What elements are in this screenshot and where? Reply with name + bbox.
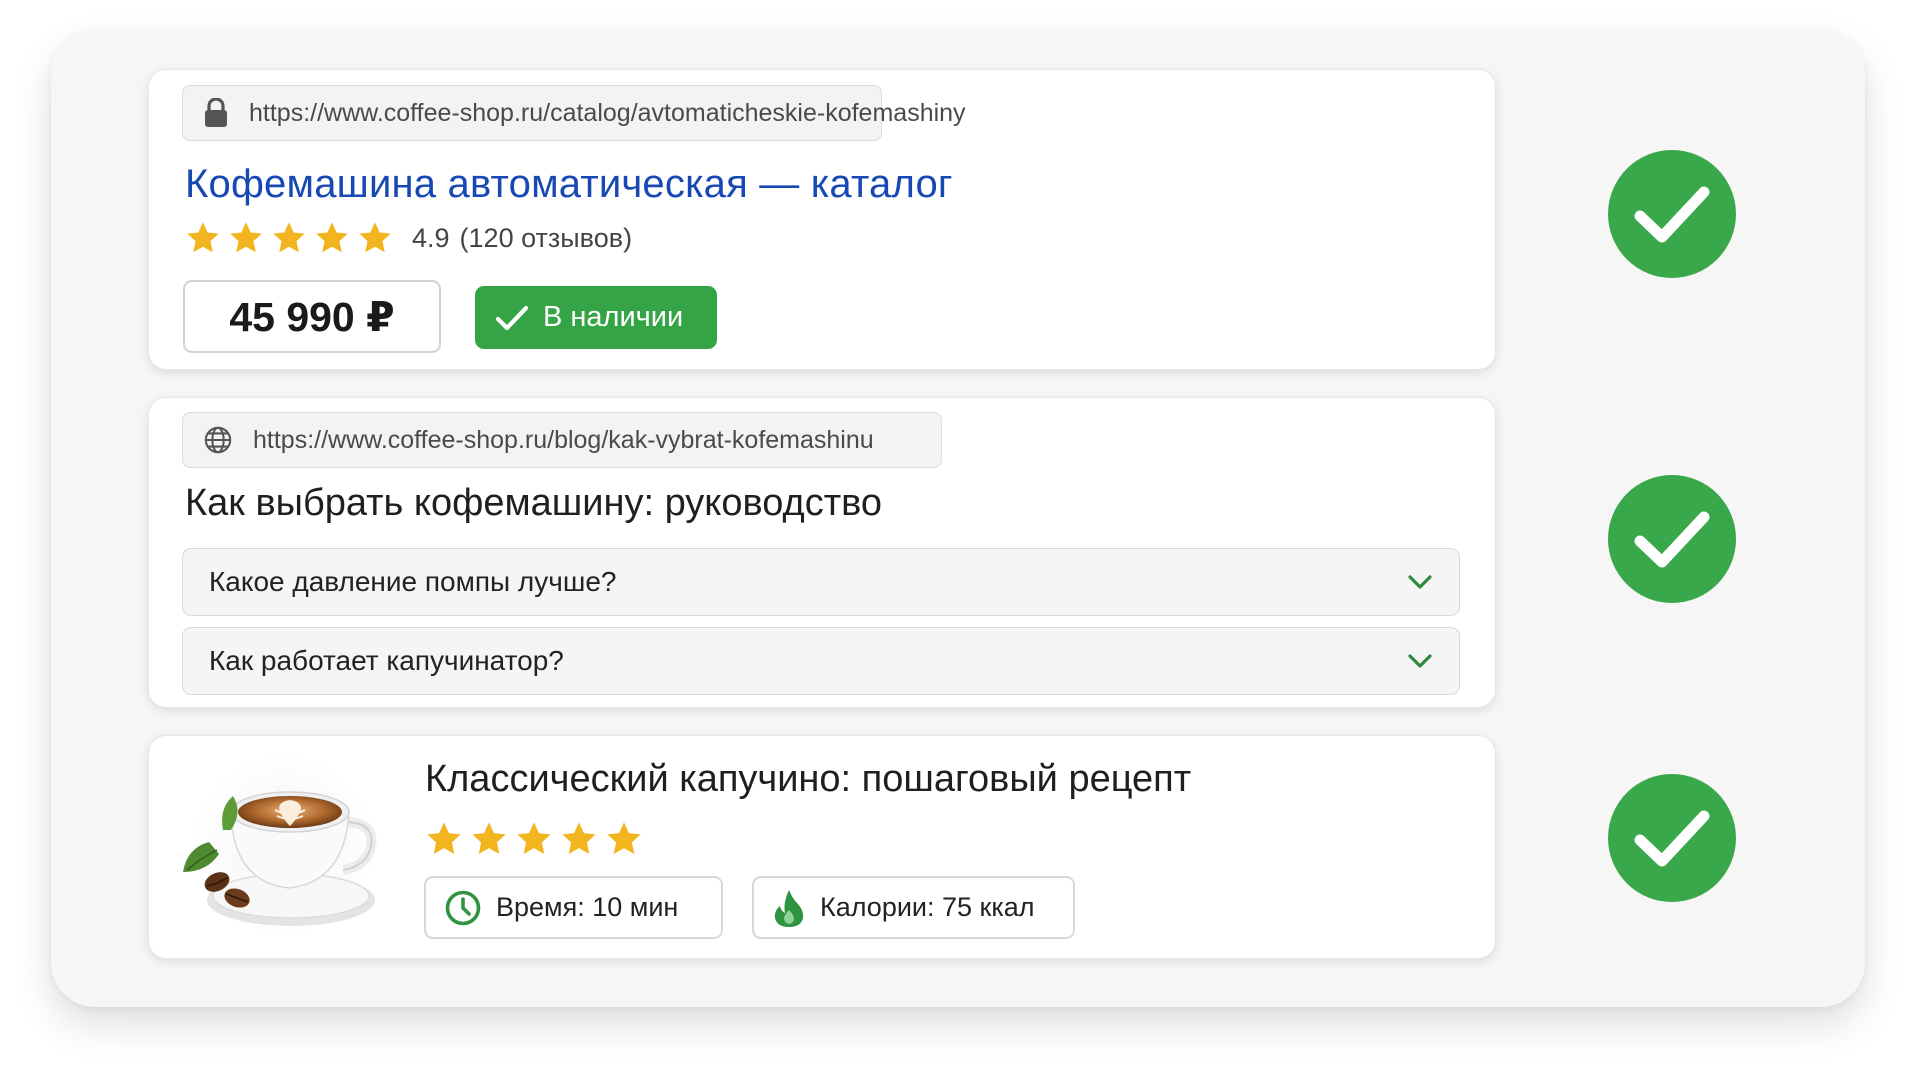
star-icon xyxy=(187,222,219,253)
check-circle-icon xyxy=(1608,150,1736,278)
chevron-down-icon[interactable] xyxy=(1407,574,1433,590)
faq-question: Какое давление помпы лучше? xyxy=(209,566,617,597)
star-rating xyxy=(185,220,400,256)
reviews-count: (120 отзывов) xyxy=(459,222,633,253)
check-circle-icon xyxy=(1608,475,1736,603)
cook-time-chip: Время: 10 мин xyxy=(424,876,723,939)
faq-question: Как работает капучинатор? xyxy=(209,645,564,676)
star-icon xyxy=(517,822,551,855)
search-result-article: https://www.coffee-shop.ru/blog/kak-vybr… xyxy=(148,397,1496,708)
result-url[interactable]: https://www.coffee-shop.ru/blog/kak-vybr… xyxy=(253,426,874,455)
url-bar[interactable]: https://www.coffee-shop.ru/catalog/avtom… xyxy=(182,85,966,141)
result-title[interactable]: Как выбрать кофемашину: руководство xyxy=(185,482,882,525)
stock-label: В наличии xyxy=(543,301,684,333)
star-icon xyxy=(273,222,305,253)
url-bar[interactable]: https://www.coffee-shop.ru/blog/kak-vybr… xyxy=(182,412,942,468)
cook-time-label: Время: 10 мин xyxy=(496,892,679,922)
in-stock-badge: В наличии xyxy=(475,286,717,349)
result-url[interactable]: https://www.coffee-shop.ru/catalog/avtom… xyxy=(249,99,966,128)
star-icon xyxy=(230,222,262,253)
star-icon xyxy=(316,222,348,253)
calories-chip: Калории: 75 ккал xyxy=(752,876,1075,939)
lock-icon xyxy=(203,98,229,128)
star-icon xyxy=(607,822,641,855)
star-icon xyxy=(427,822,461,855)
faq-item[interactable]: Как работает капучинатор? xyxy=(182,627,1460,695)
result-title-link[interactable]: Кофемашина автоматическая — каталог xyxy=(185,162,953,207)
star-icon xyxy=(562,822,596,855)
star-icon xyxy=(472,822,506,855)
checkmark-icon xyxy=(495,305,529,330)
result-title[interactable]: Классический капучино: пошаговый рецепт xyxy=(425,758,1191,801)
calories-label: Калории: 75 ккал xyxy=(820,892,1035,922)
search-result-product: https://www.coffee-shop.ru/catalog/avtom… xyxy=(148,69,1496,370)
rating-value: 4.9 xyxy=(412,222,450,253)
flame-icon xyxy=(774,889,804,927)
faq-item[interactable]: Какое давление помпы лучше? xyxy=(182,548,1460,616)
check-circle-icon xyxy=(1608,774,1736,902)
price-box: 45 990 ₽ xyxy=(183,280,441,353)
star-icon xyxy=(359,222,391,253)
clock-icon xyxy=(445,890,481,925)
globe-icon xyxy=(203,425,233,455)
star-rating xyxy=(425,820,650,858)
chevron-down-icon[interactable] xyxy=(1407,653,1433,669)
search-result-recipe: Классический капучино: пошаговый рецепт … xyxy=(148,735,1496,959)
cappuccino-cup-image[interactable] xyxy=(179,750,379,940)
rating-row: 4.9 (120 отзывов) xyxy=(185,220,632,256)
